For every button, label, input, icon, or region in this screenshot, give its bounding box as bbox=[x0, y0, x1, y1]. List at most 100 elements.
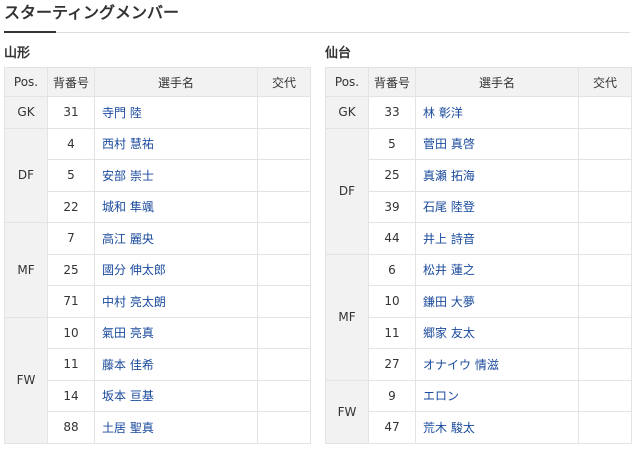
player-number: 14 bbox=[47, 379, 95, 412]
player-name-link[interactable]: エロン bbox=[423, 389, 459, 403]
player-number: 25 bbox=[47, 253, 95, 286]
player-name-link[interactable]: 中村 亮太朗 bbox=[102, 295, 166, 309]
player-name-cell: 土居 聖真 bbox=[94, 411, 258, 444]
player-row: DF 5 菅田 真啓 bbox=[325, 127, 632, 255]
header-substitution: 交代 bbox=[578, 67, 632, 97]
player-name-link[interactable]: 土居 聖真 bbox=[102, 421, 154, 435]
player-number: 39 bbox=[368, 190, 416, 223]
position-cell: DF bbox=[325, 127, 369, 255]
player-row: DF 4 西村 慧祐 bbox=[4, 127, 311, 223]
player-name-cell: 寺門 陸 bbox=[94, 96, 258, 129]
player-row: GK 33 林 彰洋 bbox=[325, 96, 632, 129]
player-number: 31 bbox=[47, 96, 95, 129]
player-row: FW 10 氣田 亮真 bbox=[4, 316, 311, 444]
player-number: 27 bbox=[368, 348, 416, 381]
lineup-table: Pos. 背番号 選手名 交代 GK 33 林 彰洋 DF 5 菅田 真啓 25 真瀬 拓海 3… bbox=[325, 67, 632, 444]
player-row: MF 7 高江 麗央 bbox=[4, 222, 311, 318]
player-row: 11 郷家 友太 bbox=[326, 316, 632, 349]
player-name-cell: 西村 慧祐 bbox=[94, 127, 258, 160]
player-row: MF 6 松井 蓮之 bbox=[325, 253, 632, 381]
substitution-cell bbox=[257, 253, 311, 286]
header-player-name: 選手名 bbox=[94, 67, 258, 97]
player-number: 4 bbox=[47, 127, 95, 160]
position-cell: FW bbox=[325, 379, 369, 444]
position-cell: GK bbox=[325, 96, 369, 129]
player-row: 47 荒木 駿太 bbox=[326, 411, 632, 444]
player-name-cell: 鎌田 大夢 bbox=[415, 285, 579, 318]
player-number: 22 bbox=[47, 190, 95, 223]
player-name-link[interactable]: 高江 麗央 bbox=[102, 232, 154, 246]
position-cell: MF bbox=[325, 253, 369, 381]
player-name-link[interactable]: 荒木 駿太 bbox=[423, 421, 475, 435]
substitution-cell bbox=[257, 285, 311, 318]
player-name-cell: 中村 亮太朗 bbox=[94, 285, 258, 318]
player-name-cell: 高江 麗央 bbox=[94, 222, 258, 255]
player-row: 39 石尾 陸登 bbox=[326, 190, 632, 223]
player-number: 71 bbox=[47, 285, 95, 318]
position-cell: MF bbox=[4, 222, 48, 318]
player-name-link[interactable]: 鎌田 大夢 bbox=[423, 295, 475, 309]
substitution-cell bbox=[257, 222, 311, 255]
substitution-cell bbox=[578, 316, 632, 349]
player-row: 25 國分 伸太郎 bbox=[5, 253, 311, 286]
title-divider bbox=[4, 32, 630, 33]
substitution-cell bbox=[257, 127, 311, 160]
position-cell: GK bbox=[4, 96, 48, 129]
substitution-cell bbox=[578, 285, 632, 318]
player-name-link[interactable]: 郷家 友太 bbox=[423, 326, 475, 340]
lineup-header-row: Pos. 背番号 選手名 交代 bbox=[4, 67, 311, 97]
title-divider-accent bbox=[4, 31, 56, 33]
player-row: 22 城和 隼颯 bbox=[5, 190, 311, 223]
player-name-cell: 松井 蓮之 bbox=[415, 253, 579, 286]
player-name-cell: 坂本 亘基 bbox=[94, 379, 258, 412]
player-name-link[interactable]: 林 彰洋 bbox=[423, 106, 463, 120]
player-row: 88 土居 聖真 bbox=[5, 411, 311, 444]
position-cell: FW bbox=[4, 316, 48, 444]
header-pos: Pos. bbox=[4, 67, 48, 97]
player-name-cell: 石尾 陸登 bbox=[415, 190, 579, 223]
player-name-cell: 荒木 駿太 bbox=[415, 411, 579, 444]
player-name-link[interactable]: 石尾 陸登 bbox=[423, 200, 475, 214]
player-name-link[interactable]: 井上 詩音 bbox=[423, 232, 475, 246]
player-name-cell: 郷家 友太 bbox=[415, 316, 579, 349]
player-name-link[interactable]: 西村 慧祐 bbox=[102, 137, 154, 151]
substitution-cell bbox=[578, 411, 632, 444]
player-name-link[interactable]: 氣田 亮真 bbox=[102, 326, 154, 340]
player-name-link[interactable]: 真瀬 拓海 bbox=[423, 169, 475, 183]
substitution-cell bbox=[257, 190, 311, 223]
player-name-cell: 井上 詩音 bbox=[415, 222, 579, 255]
section-title: スターティングメンバー bbox=[4, 3, 180, 22]
header-player-name: 選手名 bbox=[415, 67, 579, 97]
player-name-link[interactable]: 菅田 真啓 bbox=[423, 137, 475, 151]
player-name-link[interactable]: 城和 隼颯 bbox=[102, 200, 154, 214]
player-name-cell: 城和 隼颯 bbox=[94, 190, 258, 223]
player-number: 11 bbox=[368, 316, 416, 349]
player-number: 10 bbox=[47, 316, 95, 349]
player-name-link[interactable]: 安部 崇士 bbox=[102, 169, 154, 183]
player-name-link[interactable]: 國分 伸太郎 bbox=[102, 263, 166, 277]
player-row: FW 9 エロン bbox=[325, 379, 632, 444]
lineup-table: Pos. 背番号 選手名 交代 GK 31 寺門 陸 DF 4 西村 慧祐 5 安部 崇士 22… bbox=[4, 67, 311, 444]
player-number: 88 bbox=[47, 411, 95, 444]
header-number: 背番号 bbox=[368, 67, 416, 97]
substitution-cell bbox=[578, 127, 632, 160]
player-row: 10 鎌田 大夢 bbox=[326, 285, 632, 318]
player-number: 5 bbox=[47, 159, 95, 192]
player-row: 25 真瀬 拓海 bbox=[326, 159, 632, 192]
substitution-cell bbox=[578, 222, 632, 255]
header-substitution: 交代 bbox=[257, 67, 311, 97]
player-name-cell: オナイウ 情滋 bbox=[415, 348, 579, 381]
player-name-cell: 藤本 佳希 bbox=[94, 348, 258, 381]
player-number: 33 bbox=[368, 96, 416, 129]
substitution-cell bbox=[578, 159, 632, 192]
player-name-link[interactable]: 寺門 陸 bbox=[102, 106, 142, 120]
substitution-cell bbox=[578, 348, 632, 381]
player-name-cell: 真瀬 拓海 bbox=[415, 159, 579, 192]
player-row: 5 安部 崇士 bbox=[5, 159, 311, 192]
player-name-link[interactable]: 藤本 佳希 bbox=[102, 358, 154, 372]
player-number: 47 bbox=[368, 411, 416, 444]
player-name-cell: 安部 崇士 bbox=[94, 159, 258, 192]
player-name-link[interactable]: オナイウ 情滋 bbox=[423, 358, 499, 372]
player-name-link[interactable]: 坂本 亘基 bbox=[102, 389, 154, 403]
player-name-link[interactable]: 松井 蓮之 bbox=[423, 263, 475, 277]
